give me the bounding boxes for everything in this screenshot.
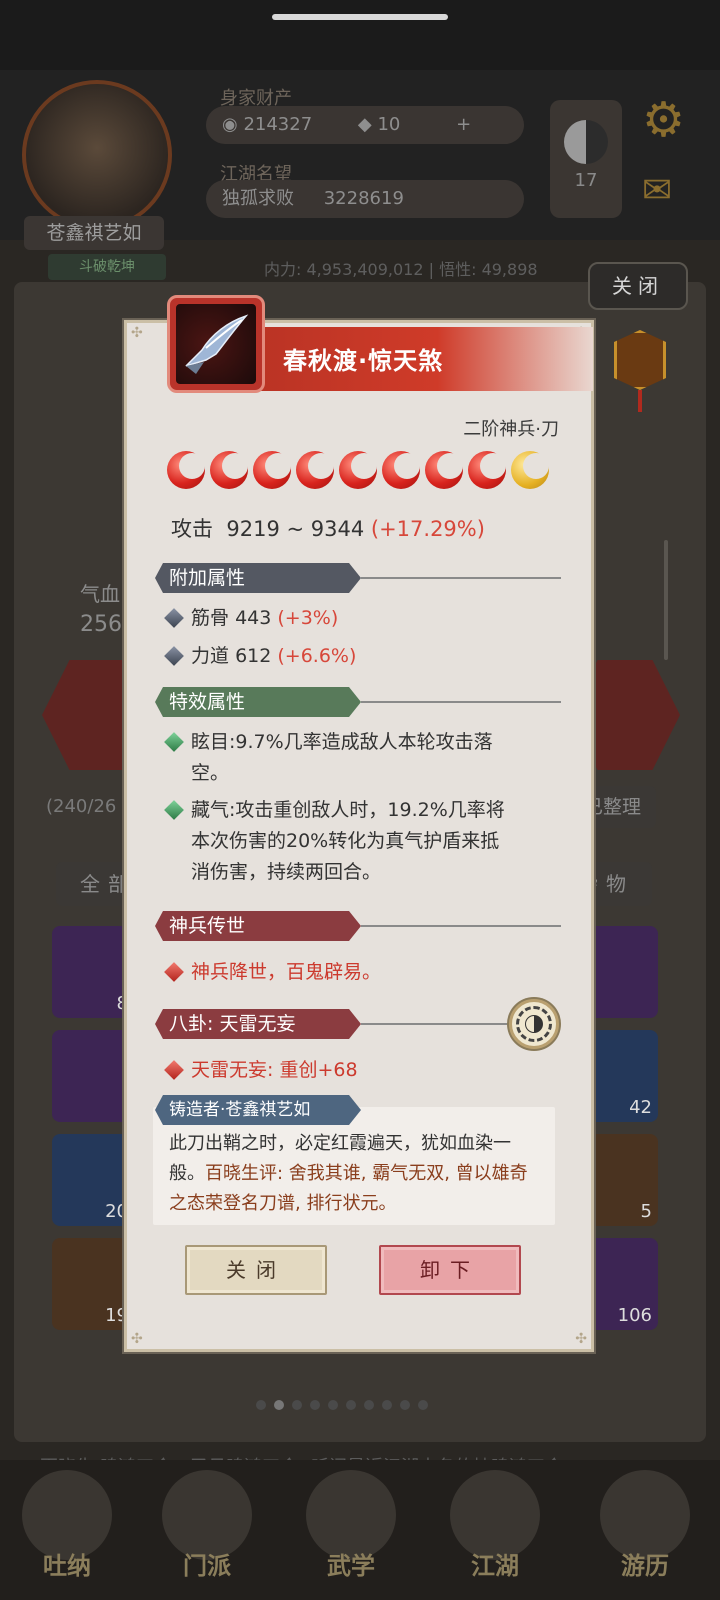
attack-label: 攻击 [171,517,213,541]
bag-capacity: (240/26 [46,796,117,817]
diamond-bullet-icon [164,646,184,666]
nav-tuna[interactable]: 吐纳 [12,1470,122,1590]
diamond-bullet-icon [164,608,184,628]
mail-icon[interactable]: ✉ [642,170,672,211]
gem-count: 10 [377,114,401,135]
red-moon-icon [339,451,377,489]
gold-moon-icon [511,451,549,489]
unequip-button[interactable]: 卸下 [379,1245,521,1295]
section-title: 铸造者·苍鑫祺艺如 [155,1095,361,1125]
currency-bar: ◉ 214327 ◆ 10 + [206,106,524,144]
weapon-icon [167,295,265,393]
divider [361,925,561,927]
divider [361,701,561,703]
attack-line: 攻击 9219 ~ 9344 (+17.29%) [171,513,485,543]
red-moon-icon [468,451,506,489]
weapon-grade: 二阶神兵·刀 [463,419,559,440]
top-close-button[interactable]: 关闭 [588,262,688,310]
diamond-bullet-icon [164,1060,184,1080]
section-forger: 铸造者·苍鑫祺艺如 [155,1095,567,1125]
red-moon-icon [167,451,205,489]
attr-row: 力道 612 (+6.6%) [164,641,356,672]
bottom-nav: 吐纳 门派 武学 江湖 游历 [0,1460,720,1600]
nav-menpai[interactable]: 门派 [152,1470,262,1590]
scrollbar[interactable] [664,540,668,660]
weapon-detail-modal: ✣ ✣ ✣ ✣ 春秋渡·惊天煞 二阶神兵·刀 攻击 9219 ~ 9344 (+… [124,295,594,1352]
coin-count: 214327 [243,114,313,135]
inventory-cell[interactable]: 8 [52,926,134,1018]
yinyang-count: 17 [574,170,598,191]
corner-ornament: ✣ [131,1331,143,1347]
inventory-cell[interactable]: 19 [52,1238,134,1330]
section-title: 神兵传世 [155,911,361,941]
page-indicator [256,1400,428,1414]
yinyang-icon [564,120,608,164]
status-bar [0,0,720,70]
gem-icon: ◆ [357,114,372,135]
talisman-ornament[interactable] [614,330,666,414]
red-moon-icon [425,451,463,489]
gear-icon[interactable]: ⚙ [642,92,685,148]
qixue-label: 气血 [80,582,120,606]
yinyang-button[interactable]: 17 [550,100,622,218]
notch-handle [272,14,448,20]
diamond-bullet-icon [164,800,184,820]
section-title: 特效属性 [155,687,361,717]
section-title: 八卦: 天雷无妄 [155,1009,361,1039]
fame-bar: 独孤求败 3228619 [206,180,524,218]
section-special: 特效属性 [155,687,567,717]
nav-youli[interactable]: 游历 [590,1470,700,1590]
star-rating [167,451,549,489]
qixue-value: 256 [80,612,122,637]
red-moon-icon [210,451,248,489]
coin-icon: ◉ [222,114,238,135]
section-title: 附加属性 [155,563,361,593]
nav-wuxue[interactable]: 武学 [296,1470,406,1590]
player-subtitle: 斗破乾坤 [48,254,166,280]
rank-title: 独孤求败 [222,188,294,209]
nav-jianghu[interactable]: 江湖 [440,1470,550,1590]
attr-row: 筋骨 443 (+3%) [164,603,338,634]
weapon-title: 春秋渡·惊天煞 [283,347,444,375]
player-header: 苍鑫祺艺如 斗破乾坤 身家财产 ◉ 214327 ◆ 10 + 江湖名望 独孤求… [0,70,720,280]
section-extra-attrs: 附加属性 [155,563,567,593]
inventory-cell[interactable]: 20 [52,1134,134,1226]
player-name: 苍鑫祺艺如 [24,216,164,250]
red-moon-icon [296,451,334,489]
forger-description: 此刀出鞘之时，必定红霞遍天，犹如血染一 般。百晓生评: 舍我其谁, 霸气无双, … [169,1133,528,1214]
legacy-row: 神兵降世，百鬼辟易。 [164,957,381,988]
attack-range: 9219 ~ 9344 [226,517,365,541]
special-effect-row: 眩目:9.7%几率造成敌人本轮攻击落 空。 [164,727,493,789]
close-button[interactable]: 关闭 [185,1245,327,1295]
add-gem-icon[interactable]: + [456,114,471,135]
corner-ornament: ✣ [575,1331,587,1347]
fame-value: 3228619 [323,188,404,209]
diamond-bullet-icon [164,732,184,752]
section-legacy: 神兵传世 [155,911,567,941]
stats-line: 内力: 4,953,409,012 | 悟性: 49,898 [264,260,538,279]
blade-icon [185,314,249,374]
section-bagua: 八卦: 天雷无妄 [155,1009,567,1039]
corner-ornament: ✣ [131,325,143,341]
red-moon-icon [382,451,420,489]
inventory-cell[interactable] [52,1030,134,1122]
red-moon-icon [253,451,291,489]
divider [361,577,561,579]
diamond-bullet-icon [164,962,184,982]
bagua-icon[interactable] [509,999,559,1049]
special-effect-row: 藏气:攻击重创敌人时，19.2%几率将 本次伤害的20%转化为真气护盾来抵 消伤… [164,795,505,888]
bagua-row: 天雷无妄: 重创+68 [164,1055,358,1086]
attack-bonus: (+17.29%) [370,517,485,541]
player-avatar[interactable] [22,80,172,230]
